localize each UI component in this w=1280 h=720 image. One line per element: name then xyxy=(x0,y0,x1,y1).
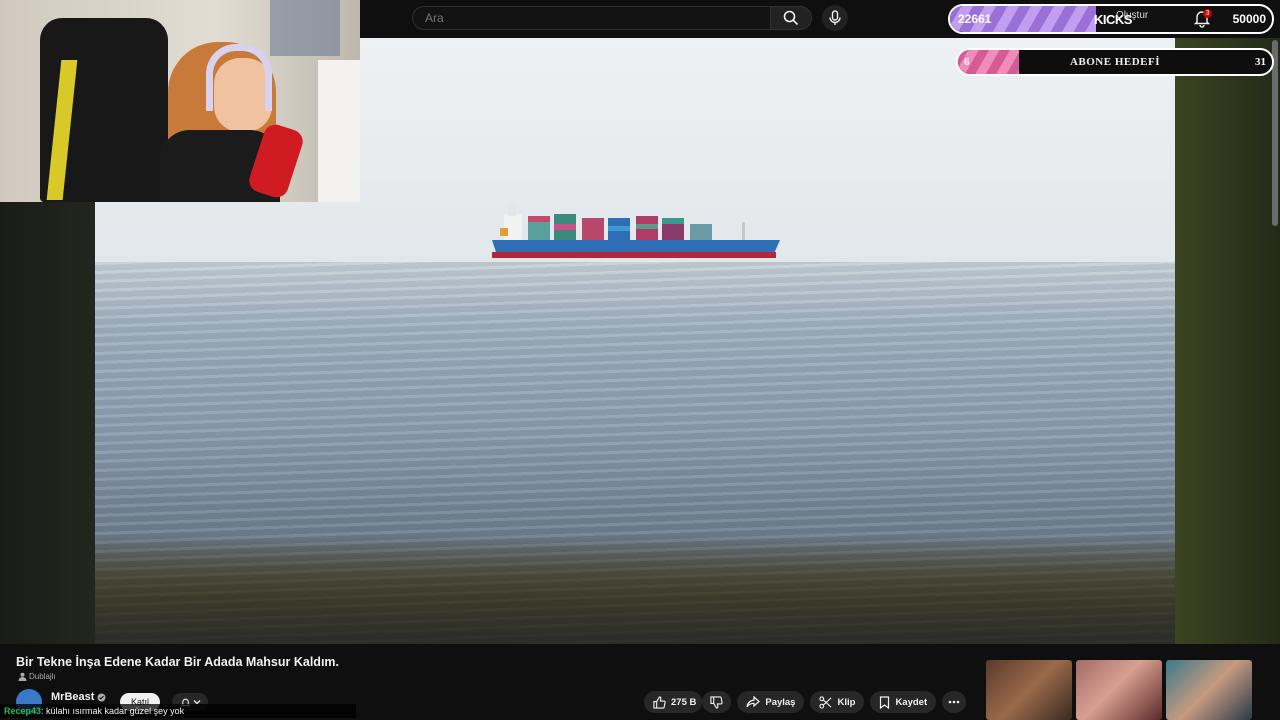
subscriber-goal-bar: ABONE HEDEFİ 6 31 xyxy=(956,48,1274,76)
microphone-icon xyxy=(829,10,841,25)
subscriber-current-value: 6 xyxy=(964,56,970,68)
chat-message: Recep43: külahı ısırmak kadar güzel şey … xyxy=(0,704,356,718)
bookmark-icon xyxy=(880,695,890,709)
subscriber-goal-label: ABONE HEDEFİ xyxy=(1069,56,1161,68)
person-icon xyxy=(18,672,27,681)
dubbed-label: Dublajlı xyxy=(29,672,56,681)
voice-search-button[interactable] xyxy=(822,5,848,31)
like-button[interactable]: 275 B xyxy=(644,691,703,713)
video-shore xyxy=(95,534,1175,644)
dubbed-badge: Dublajlı xyxy=(18,672,56,681)
kicks-goal-bar: 22661 KICKS 50000 xyxy=(948,4,1274,34)
related-video-thumbnails xyxy=(986,660,1252,720)
related-video-thumbnail[interactable] xyxy=(986,660,1072,720)
share-icon xyxy=(746,696,761,708)
like-count: 275 B xyxy=(671,696,697,708)
search-box[interactable] xyxy=(412,6,770,30)
create-button[interactable]: Oluştur xyxy=(1116,10,1148,21)
chat-text: : külahı ısırmak kadar güzel şey yok xyxy=(41,706,185,716)
save-button[interactable]: Kaydet xyxy=(870,691,937,713)
clip-button[interactable]: Klip xyxy=(810,691,865,713)
more-horizontal-icon xyxy=(948,700,960,704)
save-label: Kaydet xyxy=(895,696,928,708)
dislike-button[interactable] xyxy=(702,691,732,713)
video-actions: 275 B Paylaş Klip Kaydet xyxy=(644,691,967,713)
create-label: Oluştur xyxy=(1116,10,1149,21)
search-button[interactable] xyxy=(770,6,812,30)
notification-count-badge: 3 xyxy=(1203,9,1212,18)
channel-name-text: MrBeast xyxy=(51,691,95,703)
kicks-target-value: 50000 xyxy=(1232,12,1266,26)
kicks-current-value: 22661 xyxy=(958,12,992,26)
related-video-thumbnail[interactable] xyxy=(1166,660,1252,720)
thumbs-down-icon xyxy=(710,695,723,709)
scissors-icon xyxy=(819,695,832,709)
verified-icon xyxy=(97,693,106,701)
more-actions-button[interactable] xyxy=(942,691,967,713)
chat-username: Recep43 xyxy=(4,706,42,716)
related-video-thumbnail[interactable] xyxy=(1076,660,1162,720)
channel-name[interactable]: MrBeast xyxy=(51,691,106,703)
share-button[interactable]: Paylaş xyxy=(737,691,805,713)
search-input[interactable] xyxy=(413,7,770,29)
search-icon xyxy=(783,10,799,26)
clip-label: Klip xyxy=(837,696,856,708)
video-background-right xyxy=(1175,38,1280,644)
scrollbar-thumb[interactable] xyxy=(1272,40,1278,226)
cargo-ship-image xyxy=(492,204,780,258)
video-title: Bir Tekne İnşa Edene Kadar Bir Adada Mah… xyxy=(16,655,340,669)
subscriber-target-value: 31 xyxy=(1255,56,1266,68)
share-label: Paylaş xyxy=(765,696,796,708)
thumbs-up-icon xyxy=(653,695,666,709)
